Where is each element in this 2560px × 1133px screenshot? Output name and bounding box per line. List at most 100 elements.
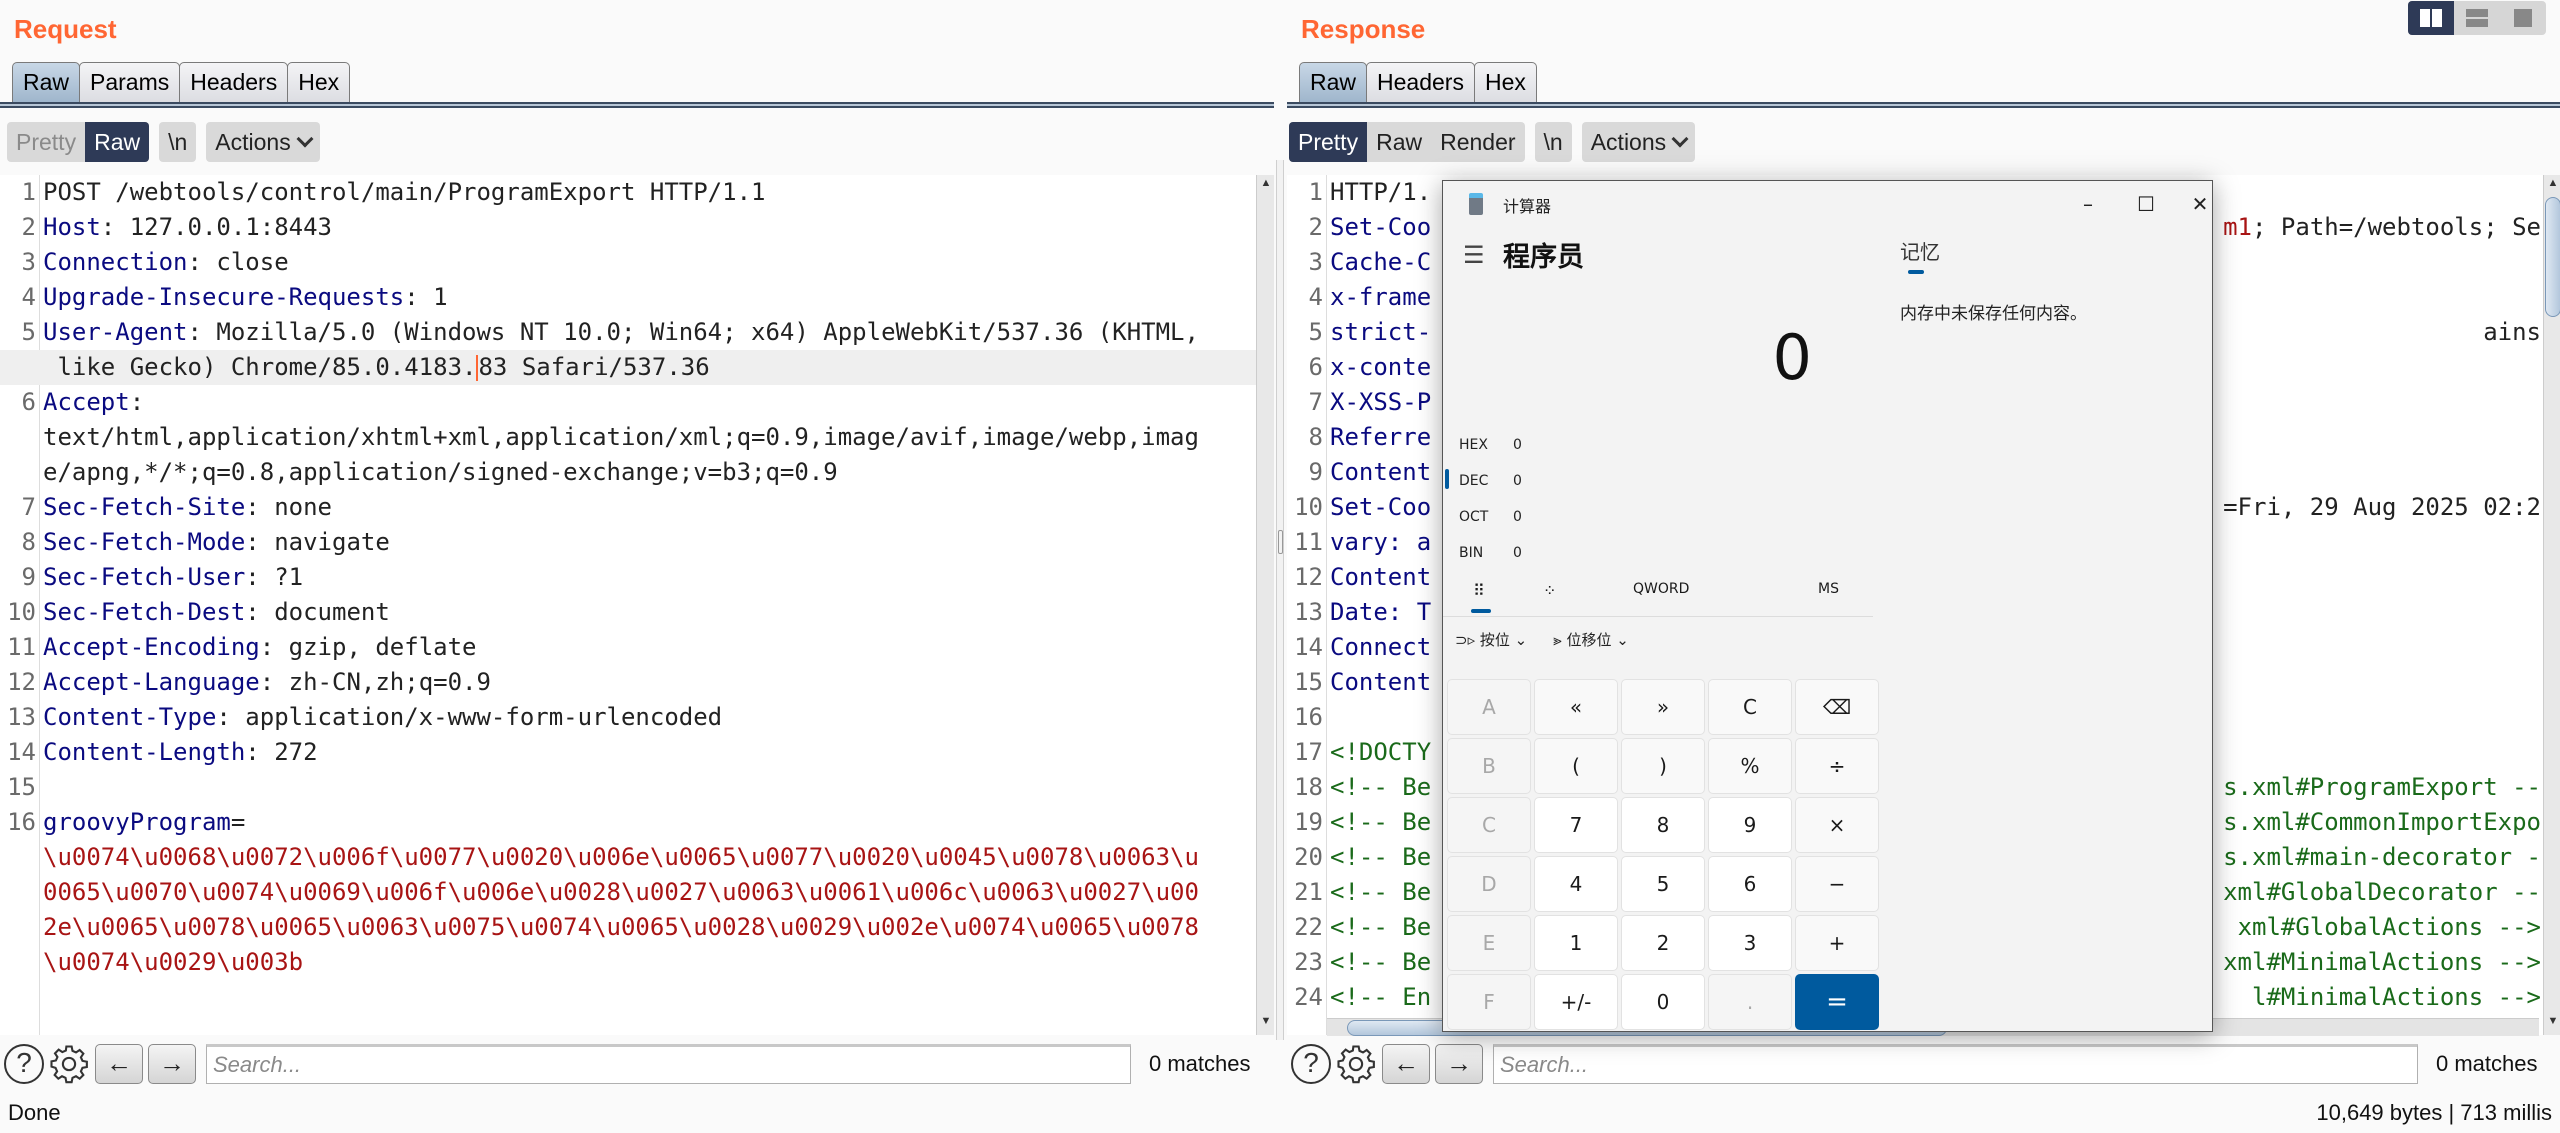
line-number: 19	[1294, 808, 1323, 836]
calc-key-27[interactable]: 0	[1621, 974, 1705, 1030]
calc-key-12[interactable]: 8	[1621, 797, 1705, 853]
radix-dec[interactable]: DEC 0	[1459, 473, 1522, 489]
request-raw-button[interactable]: Raw	[85, 122, 150, 162]
calc-key-5[interactable]: B	[1447, 738, 1531, 794]
calc-key-17[interactable]: 5	[1621, 856, 1705, 912]
request-vertical-scrollbar[interactable]: ▲ ▼	[1256, 175, 1274, 1035]
vertical-scroll-thumb[interactable]	[2545, 197, 2560, 317]
response-vertical-scrollbar[interactable]: ▲ ▼	[2543, 175, 2560, 1035]
line-number: 5	[1308, 318, 1323, 346]
calc-key-11[interactable]: 7	[1534, 797, 1618, 853]
calc-key-4[interactable]: ⌫	[1795, 679, 1879, 735]
line-start: <!-- Be	[1330, 843, 1432, 871]
panel-splitter[interactable]	[1276, 160, 1284, 1040]
layout-tabs-button[interactable]	[2500, 1, 2546, 35]
calc-key-26[interactable]: +/-	[1534, 974, 1618, 1030]
minimize-button[interactable]: –	[2073, 189, 2103, 219]
calc-key-21[interactable]: 1	[1534, 915, 1618, 971]
code-line: \u0074\u0068\u0072\u006f\u0077\u0020\u00…	[0, 840, 1256, 875]
layout-stacked-button[interactable]	[2454, 1, 2500, 35]
calc-key-20[interactable]: E	[1447, 915, 1531, 971]
calc-key-1[interactable]: «	[1534, 679, 1618, 735]
calc-key-8[interactable]: %	[1708, 738, 1792, 794]
calc-key-18[interactable]: 6	[1708, 856, 1792, 912]
maximize-button[interactable]: ☐	[2131, 189, 2161, 219]
response-newline-button[interactable]: \n	[1535, 122, 1572, 162]
calc-key-2[interactable]: »	[1621, 679, 1705, 735]
response-actions-button[interactable]: Actions	[1582, 122, 1695, 162]
request-tab-raw[interactable]: Raw	[12, 62, 81, 102]
line-number: 13	[7, 703, 36, 731]
help-icon[interactable]: ?	[1291, 1044, 1331, 1084]
calc-key-19[interactable]: −	[1795, 856, 1879, 912]
layout-side-by-side-button[interactable]	[2408, 1, 2454, 35]
calc-key-15[interactable]: D	[1447, 856, 1531, 912]
response-tab-headers[interactable]: Headers	[1366, 62, 1475, 102]
bitshift-dropdown[interactable]: ⪢ 位移位 ⌄	[1553, 629, 1629, 650]
request-search-input[interactable]	[206, 1044, 1131, 1084]
bit-toggle-keypad-icon[interactable]: ⁘	[1543, 581, 1556, 600]
line-number: 11	[7, 633, 36, 661]
calc-key-22[interactable]: 2	[1621, 915, 1705, 971]
previous-match-button[interactable]: ←	[1382, 1044, 1430, 1084]
memory-store-button[interactable]: MS	[1818, 581, 1839, 597]
calc-key-13[interactable]: 9	[1708, 797, 1792, 853]
bitwise-dropdown[interactable]: ⊃▹ 按位 ⌄	[1455, 629, 1527, 650]
response-pretty-button[interactable]: Pretty	[1289, 122, 1368, 162]
response-tab-hex[interactable]: Hex	[1473, 62, 1537, 102]
code-line: 13 Content-Type: application/x-www-form-u…	[0, 700, 1256, 735]
next-match-button[interactable]: →	[148, 1044, 196, 1084]
calc-key-3[interactable]: C	[1708, 679, 1792, 735]
next-match-button[interactable]: →	[1435, 1044, 1483, 1084]
calc-key-29[interactable]: =	[1795, 974, 1879, 1030]
memory-tab[interactable]: 记忆	[1900, 236, 1940, 265]
scroll-up-arrow-icon[interactable]: ▲	[2546, 177, 2560, 195]
line-start: <!-- Be	[1330, 948, 1432, 976]
response-raw-button[interactable]: Raw	[1367, 122, 1431, 162]
calc-key-23[interactable]: 3	[1708, 915, 1792, 971]
calc-key-28[interactable]: .	[1708, 974, 1792, 1030]
gear-icon[interactable]	[48, 1043, 90, 1085]
calc-key-9[interactable]: ÷	[1795, 738, 1879, 794]
request-tab-params[interactable]: Params	[79, 62, 181, 102]
header-value: : ?1	[245, 563, 304, 591]
close-button[interactable]: ✕	[2185, 189, 2215, 219]
line-content: Connection: close	[40, 245, 1256, 280]
response-search-input[interactable]	[1493, 1044, 2418, 1084]
gear-icon[interactable]	[1335, 1043, 1377, 1085]
scroll-down-arrow-icon[interactable]: ▼	[2546, 1015, 2560, 1033]
calc-key-24[interactable]: +	[1795, 915, 1879, 971]
request-pretty-button[interactable]: Pretty	[7, 122, 85, 162]
radix-hex[interactable]: HEX 0	[1459, 437, 1522, 453]
scroll-up-arrow-icon[interactable]: ▲	[1259, 177, 1273, 195]
full-keypad-icon[interactable]: ⠿	[1473, 581, 1485, 600]
radix-bin[interactable]: BIN 0	[1459, 545, 1522, 561]
calc-key-7[interactable]: )	[1621, 738, 1705, 794]
request-tab-headers[interactable]: Headers	[179, 62, 289, 102]
calc-key-16[interactable]: 4	[1534, 856, 1618, 912]
line-end-text: s.xml#main-decorator -	[2223, 843, 2541, 871]
line-number: 2	[1308, 213, 1323, 241]
request-newline-button[interactable]: \n	[159, 122, 196, 162]
hamburger-menu-icon[interactable]: ☰	[1463, 241, 1485, 269]
radix-oct[interactable]: OCT 0	[1459, 509, 1522, 525]
line-number: 12	[1294, 563, 1323, 591]
request-tab-hex[interactable]: Hex	[287, 62, 351, 102]
code-line: 15	[0, 770, 1256, 805]
calc-key-6[interactable]: (	[1534, 738, 1618, 794]
response-render-button[interactable]: Render	[1431, 122, 1524, 162]
line-start: vary: a	[1330, 528, 1432, 556]
response-tab-raw[interactable]: Raw	[1299, 62, 1368, 102]
calc-key-25[interactable]: F	[1447, 974, 1531, 1030]
scroll-down-arrow-icon[interactable]: ▼	[1259, 1015, 1273, 1033]
calc-key-14[interactable]: ×	[1795, 797, 1879, 853]
previous-match-button[interactable]: ←	[95, 1044, 143, 1084]
line-number: 16	[7, 808, 36, 836]
calc-key-0[interactable]: A	[1447, 679, 1531, 735]
calculator-titlebar[interactable]: 计算器 – ☐ ✕	[1443, 181, 2212, 227]
word-size-button[interactable]: QWORD	[1633, 581, 1689, 597]
request-editor[interactable]: 1 POST /webtools/control/main/ProgramExpo…	[0, 175, 1256, 1035]
help-icon[interactable]: ?	[4, 1044, 44, 1084]
calc-key-10[interactable]: C	[1447, 797, 1531, 853]
request-actions-button[interactable]: Actions	[206, 122, 319, 162]
